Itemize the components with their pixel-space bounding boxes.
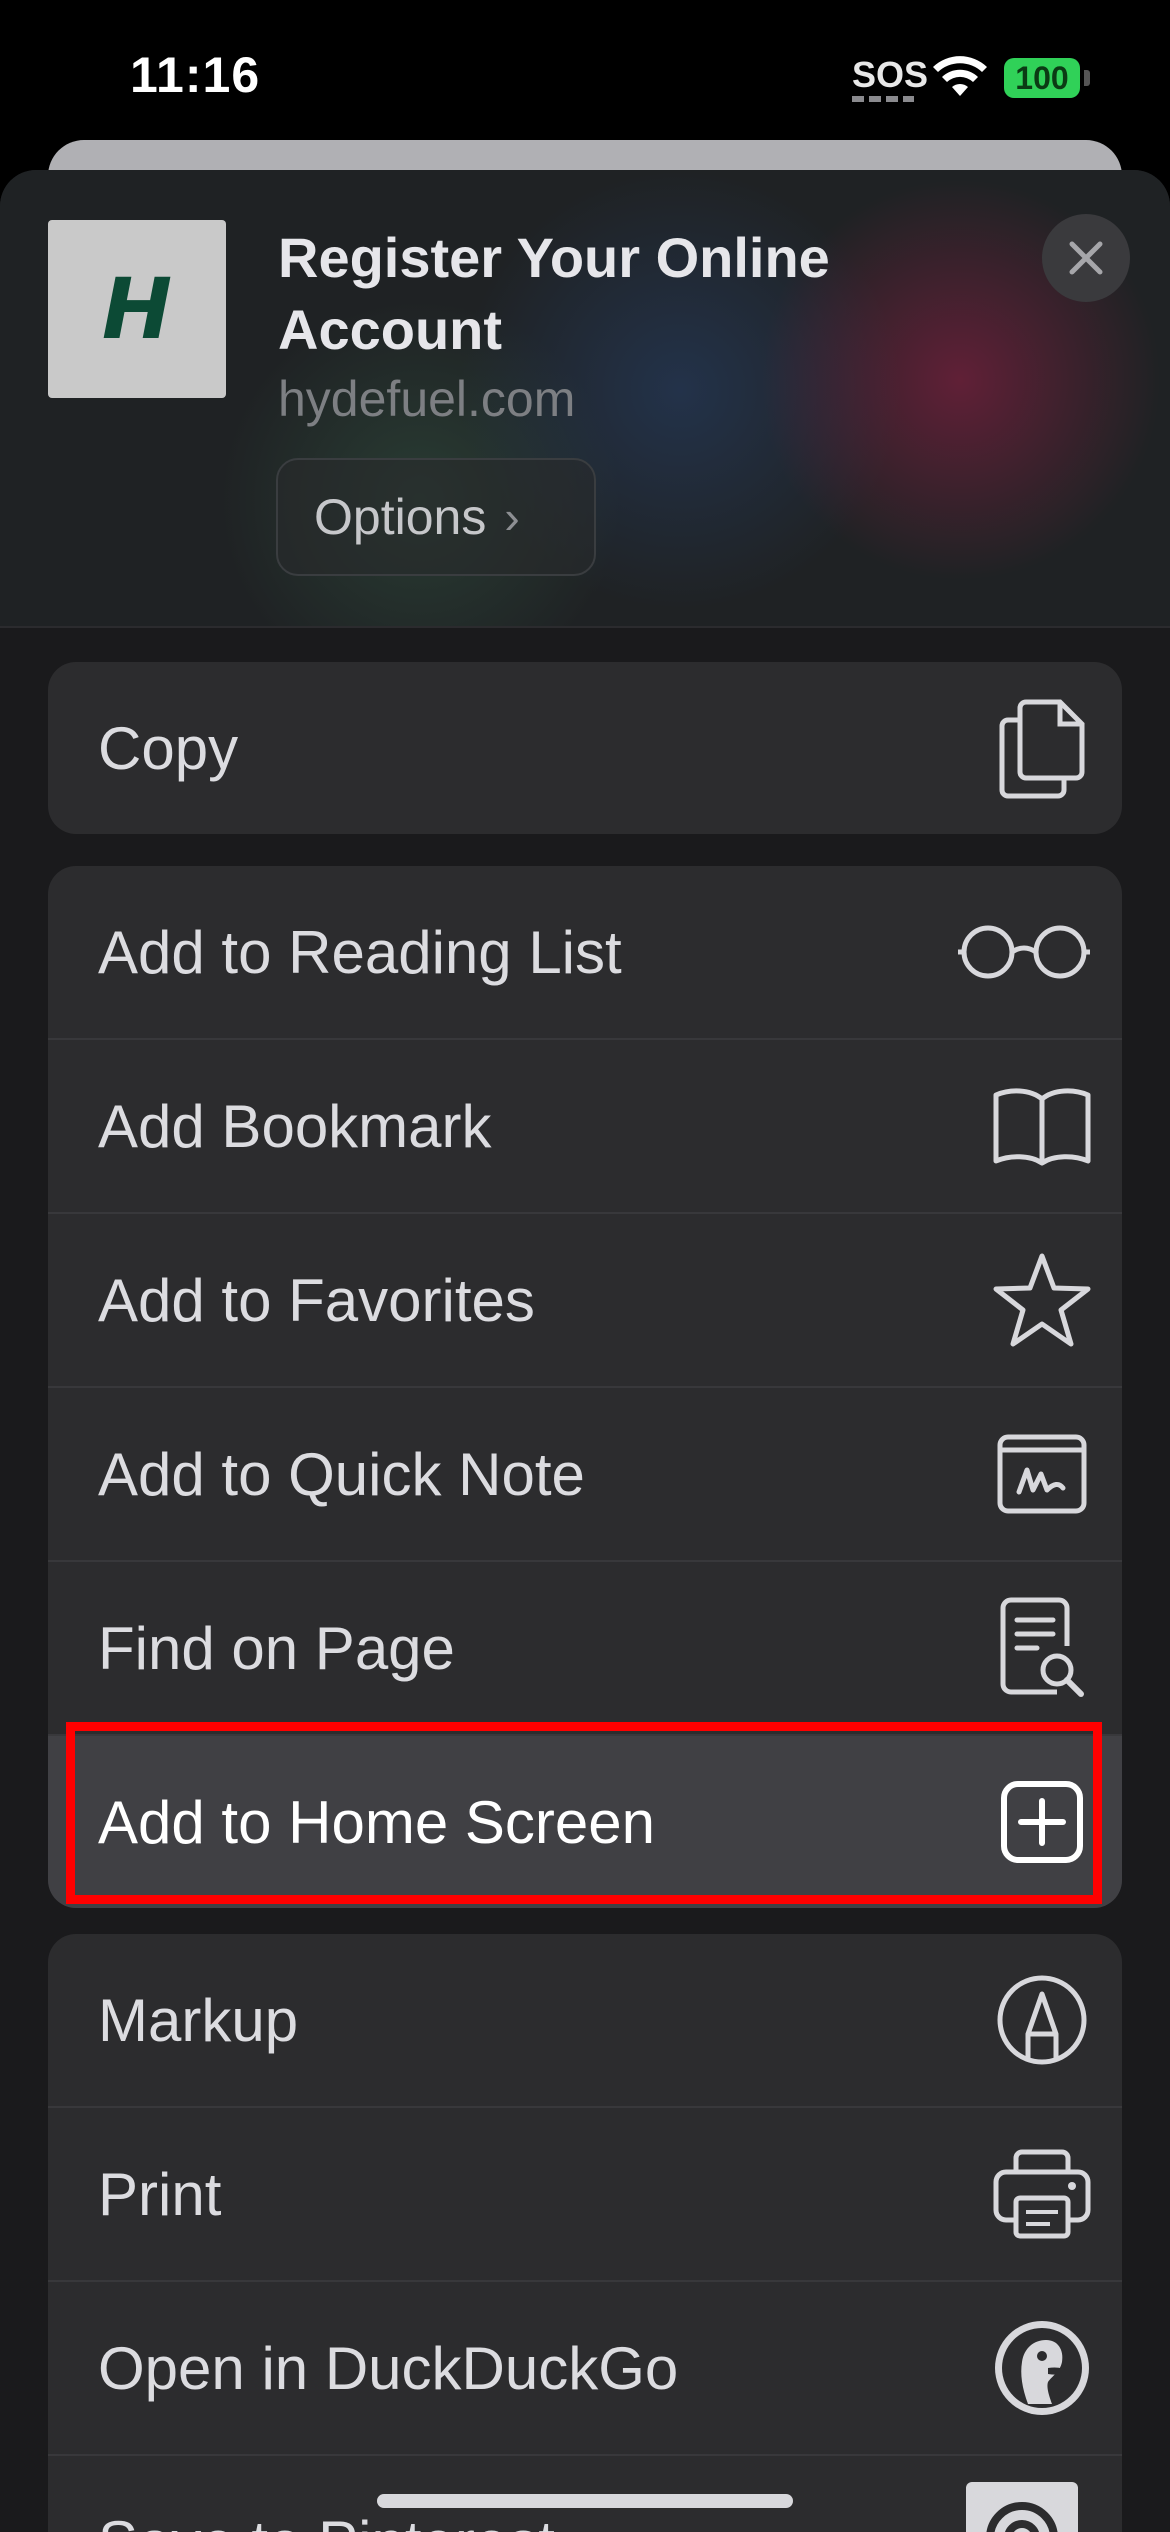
find-document-icon <box>992 1597 1092 1698</box>
action-markup[interactable]: Markup <box>48 1934 1122 2108</box>
signal-dots-icon <box>852 96 914 102</box>
action-open-in-duckduckgo[interactable]: Open in DuckDuckGo <box>48 2282 1122 2456</box>
page-title: Register Your Online Account <box>278 226 830 361</box>
home-indicator[interactable] <box>377 2494 793 2508</box>
book-icon <box>992 1076 1092 1176</box>
glasses-icon <box>954 902 1094 1002</box>
action-label: Open in DuckDuckGo <box>98 2334 679 2402</box>
action-label: Copy <box>98 714 239 782</box>
action-add-bookmark[interactable]: Add Bookmark <box>48 1040 1122 1214</box>
share-sheet-screen: 11:16 SOS 100 H Register Your Online Acc… <box>0 0 1170 2532</box>
options-button[interactable]: Options › <box>276 458 596 576</box>
share-sheet-header: H Register Your Online Account hydefuel.… <box>0 170 1170 628</box>
duckduckgo-icon <box>992 2318 1092 2418</box>
battery-tip <box>1084 70 1090 86</box>
status-time: 11:16 <box>130 47 261 103</box>
wifi-icon <box>933 56 987 96</box>
site-icon-letter: H <box>101 260 173 358</box>
close-button[interactable] <box>1042 214 1130 302</box>
action-copy[interactable]: Copy <box>48 662 1122 834</box>
action-label: Save to Pinterest <box>98 2508 555 2532</box>
action-group-copy: Copy <box>48 662 1122 834</box>
action-add-to-reading-list[interactable]: Add to Reading List <box>48 866 1122 1040</box>
action-label: Add to Favorites <box>98 1266 535 1334</box>
action-group-more: Markup Print Open in DuckDuckGo <box>48 1934 1122 2532</box>
markup-pen-icon <box>992 1970 1092 2070</box>
printer-icon <box>992 2144 1092 2244</box>
share-sheet: H Register Your Online Account hydefuel.… <box>0 170 1170 2532</box>
action-find-on-page[interactable]: Find on Page <box>48 1562 1122 1736</box>
action-label: Find on Page <box>98 1614 455 1682</box>
action-print[interactable]: Print <box>48 2108 1122 2282</box>
chevron-right-icon: › <box>504 491 520 543</box>
page-domain: hydefuel.com <box>278 371 576 427</box>
status-bar: 11:16 SOS 100 <box>0 0 1170 150</box>
action-label: Markup <box>98 1986 299 2054</box>
quick-note-icon <box>992 1424 1092 1524</box>
action-label: Add to Reading List <box>98 918 622 986</box>
pinterest-icon <box>966 2482 1078 2532</box>
close-icon <box>1069 241 1103 275</box>
sos-indicator: SOS <box>852 54 929 95</box>
action-label: Add to Quick Note <box>98 1440 585 1508</box>
star-icon <box>992 1250 1092 1350</box>
options-label: Options <box>314 489 487 545</box>
highlight-annotation-box <box>66 1722 1102 1904</box>
copy-icon <box>992 698 1092 799</box>
action-label: Add Bookmark <box>98 1092 492 1160</box>
site-icon: H <box>48 220 226 398</box>
action-add-to-quick-note[interactable]: Add to Quick Note <box>48 1388 1122 1562</box>
action-add-to-favorites[interactable]: Add to Favorites <box>48 1214 1122 1388</box>
action-label: Print <box>98 2160 222 2228</box>
battery-indicator: 100 <box>1004 58 1080 98</box>
